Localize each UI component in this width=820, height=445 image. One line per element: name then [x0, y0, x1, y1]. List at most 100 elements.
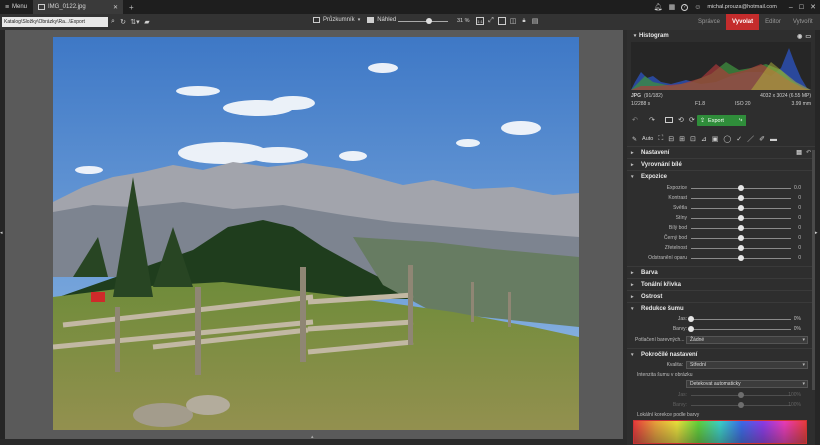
mode-tab-vyvolat[interactable]: Vyvolat	[726, 14, 760, 30]
red-eye-icon[interactable]: ✐	[759, 135, 765, 143]
chevron-down-icon[interactable]: ▾	[358, 17, 361, 23]
histogram-header[interactable]: ▾ Histogram ◉ ▭	[627, 30, 815, 42]
preview-button[interactable]: Náhled	[377, 17, 396, 23]
lens-icon[interactable]: ⊡	[690, 135, 696, 143]
reset-icon[interactable]: ↶	[806, 149, 811, 156]
zoom-slider-knob[interactable]	[426, 18, 432, 24]
histogram-settings-icon[interactable]: ◉	[797, 33, 802, 40]
slider-value[interactable]: 0%	[794, 326, 801, 332]
sort-icon[interactable]: ⇅▾	[128, 18, 142, 26]
menu-button[interactable]: Menu	[12, 4, 27, 10]
refresh-icon[interactable]: ↻	[118, 18, 128, 26]
chevron-right-icon[interactable]: ▸	[815, 230, 818, 236]
slider-value[interactable]: 0	[798, 215, 801, 221]
auto-icon[interactable]: ✎	[632, 136, 637, 143]
slider-track[interactable]	[691, 319, 791, 320]
crop-tool-icon[interactable]: ⛶	[658, 135, 663, 143]
slider-value[interactable]: 100%	[788, 392, 801, 398]
grid-icon[interactable]: ▦	[669, 3, 676, 11]
sharpness-section-header[interactable]: ▸ Ostrost	[627, 290, 815, 302]
slider-value[interactable]: 100%	[788, 402, 801, 408]
slider-value[interactable]: 0	[798, 195, 801, 201]
brush-icon[interactable]: ⊿	[701, 135, 707, 143]
slider-knob[interactable]	[738, 205, 744, 211]
mode-tab-vytvořit[interactable]: Vytvořit	[787, 14, 819, 30]
straighten-icon[interactable]: ⊟	[668, 135, 674, 143]
heal-icon[interactable]: ／	[747, 134, 754, 144]
photo[interactable]	[53, 37, 579, 430]
slider-value[interactable]: 0	[798, 205, 801, 211]
browser-button[interactable]: Průzkumník	[323, 17, 355, 23]
save-preset-icon[interactable]: ▤	[796, 149, 802, 156]
zoom-value[interactable]: 31 %	[457, 18, 470, 24]
color-section-header[interactable]: ▸ Barva	[627, 266, 815, 278]
slider-value[interactable]: 0	[798, 235, 801, 241]
slider-knob[interactable]	[738, 235, 744, 241]
noise-section-header[interactable]: ▾ Redukce šumu	[627, 302, 815, 314]
mode-tab-editor[interactable]: Editor	[759, 14, 787, 30]
intensity-dropdown[interactable]: Detekovat automaticky	[686, 380, 808, 388]
info-icon[interactable]: ▤	[531, 17, 539, 25]
advanced-section-header[interactable]: ▾ Pokročilé nastavení	[627, 348, 815, 360]
minimize-icon[interactable]: –	[789, 4, 793, 11]
slider-knob[interactable]	[688, 316, 694, 322]
account-email[interactable]: michal.prouza@hotmail.com	[707, 4, 776, 10]
white-balance-section-header[interactable]: ▸ Vyrovnání bílé	[627, 158, 815, 170]
fullscreen-icon[interactable]: ⤢	[487, 17, 495, 25]
slider-knob[interactable]	[738, 255, 744, 261]
slider-knob[interactable]	[738, 195, 744, 201]
rotate-left-icon[interactable]: ⟲	[678, 116, 684, 124]
bell-icon[interactable]: 🔔︎	[654, 3, 663, 11]
redo-icon[interactable]: ↷	[649, 116, 655, 124]
maximize-icon[interactable]: ☐	[799, 4, 804, 11]
clone-icon[interactable]: ✓	[736, 135, 742, 143]
right-collapse-strip[interactable]: ▸	[815, 30, 820, 445]
mode-tab-správce[interactable]: Správce	[692, 14, 726, 30]
image-viewer[interactable]: ▴	[5, 30, 623, 440]
fit-icon[interactable]: 1:1	[476, 17, 484, 25]
compare-icon[interactable]	[498, 17, 506, 25]
slider-knob	[738, 402, 744, 408]
slider-value[interactable]: 0	[798, 255, 801, 261]
new-tab-button[interactable]: +	[129, 3, 134, 12]
settings-section-header[interactable]: ▸ Nastavení ▤ ↶	[627, 146, 815, 158]
slider-knob[interactable]	[738, 225, 744, 231]
slider-value[interactable]: 0%	[794, 316, 801, 322]
folder-icon[interactable]: ▰	[142, 18, 152, 26]
slider-knob[interactable]	[688, 326, 694, 332]
split-icon[interactable]: ◫	[509, 17, 517, 25]
slider-knob[interactable]	[738, 245, 744, 251]
slider-value[interactable]: 0	[798, 225, 801, 231]
slider-track[interactable]	[691, 329, 791, 330]
eraser-icon[interactable]: ▬	[770, 136, 777, 143]
undo-icon[interactable]: ↶	[632, 116, 638, 124]
radial-icon[interactable]: ◯	[723, 135, 731, 143]
slider-knob[interactable]	[738, 215, 744, 221]
close-window-icon[interactable]: ✕	[810, 3, 816, 11]
slider-knob[interactable]	[738, 185, 744, 191]
gradient-icon[interactable]: ▣	[712, 135, 719, 143]
close-tab-icon[interactable]: ✕	[113, 4, 118, 11]
histogram-mode-icon[interactable]: ▭	[805, 33, 811, 40]
perspective-icon[interactable]: ⊞	[679, 135, 685, 143]
chevron-left-icon[interactable]: ◂	[0, 230, 3, 236]
crop-icon[interactable]	[665, 117, 673, 123]
zoom-slider[interactable]	[398, 18, 448, 24]
auto-button[interactable]: Auto	[642, 136, 653, 142]
help-icon[interactable]: ?	[681, 3, 689, 11]
menu-icon[interactable]: ≡	[2, 4, 12, 11]
search-icon[interactable]: ⌕	[108, 18, 118, 26]
share-button[interactable]: ⤷	[735, 115, 746, 126]
path-field[interactable]: Katalog\Složky\Obrázky\Ra...\Export	[2, 17, 108, 27]
color-spectrum[interactable]	[633, 420, 807, 444]
user-icon[interactable]: ☺	[694, 4, 701, 11]
tone-curve-section-header[interactable]: ▸ Tonální křivka	[627, 278, 815, 290]
rotate-right-icon[interactable]: ⟳	[689, 116, 695, 124]
lock-icon[interactable]: 🔒︎	[520, 17, 528, 25]
document-tab[interactable]: IMG_0122.jpg ✕	[33, 0, 124, 14]
suppress-dropdown[interactable]: Žádné	[686, 336, 808, 344]
slider-value[interactable]: 0.0	[794, 185, 801, 191]
exposure-section-header[interactable]: ▾ Expozice	[627, 170, 815, 182]
quality-dropdown[interactable]: Střední	[686, 361, 808, 369]
slider-value[interactable]: 0	[798, 245, 801, 251]
